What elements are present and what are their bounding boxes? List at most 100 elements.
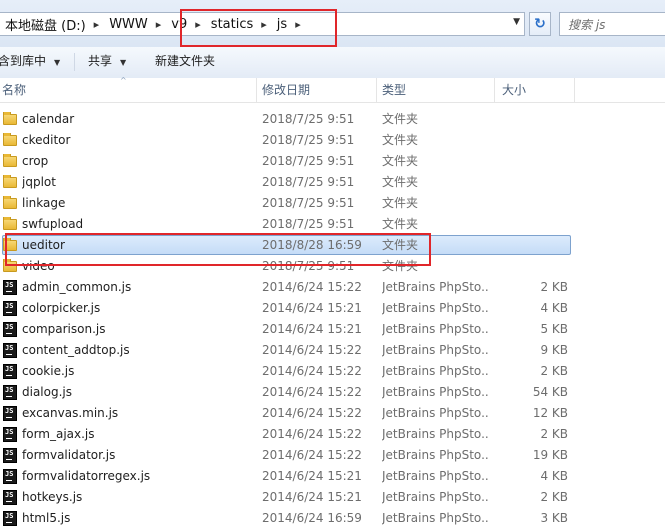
- file-row[interactable]: comparison.js 2014/6/24 15:21 JetBrains Ph…: [0, 319, 665, 340]
- file-name: formvalidator.js: [22, 448, 116, 462]
- breadcrumb-js[interactable]: js: [273, 17, 291, 32]
- file-size: 2 KB: [540, 280, 568, 294]
- include-in-library-button[interactable]: 含到库中 ▼: [0, 47, 60, 76]
- breadcrumb-statics[interactable]: statics: [207, 17, 257, 32]
- file-row[interactable]: colorpicker.js 2014/6/24 15:21 JetBrains P…: [0, 298, 665, 319]
- file-name: excanvas.min.js: [22, 406, 119, 420]
- file-date: 2018/7/25 9:51: [262, 154, 355, 168]
- file-size: 2 KB: [540, 364, 568, 378]
- file-name: linkage: [22, 196, 66, 210]
- column-divider[interactable]: [574, 78, 575, 102]
- address-bar[interactable]: 本地磁盘 (D:) ▸ WWW ▸ v9 ▸ statics ▸ js ▸ ▼: [0, 12, 525, 36]
- file-row[interactable]: formvalidator.js 2014/6/24 15:22 JetBrains…: [0, 445, 665, 466]
- breadcrumb: 本地磁盘 (D:) ▸ WWW ▸ v9 ▸ statics ▸ js ▸: [1, 13, 307, 35]
- file-date: 2014/6/24 15:22: [262, 280, 362, 294]
- file-date: 2014/6/24 16:59: [262, 511, 362, 525]
- file-name: crop: [22, 154, 49, 168]
- file-name: hotkeys.js: [22, 490, 83, 504]
- file-name: html5.js: [22, 511, 71, 525]
- column-header-type[interactable]: 类型: [382, 78, 406, 102]
- file-name: content_addtop.js: [22, 343, 130, 357]
- file-type: 文件夹: [382, 154, 419, 168]
- new-folder-button[interactable]: 新建文件夹: [155, 47, 215, 76]
- refresh-button[interactable]: ↻: [529, 12, 551, 36]
- toolbar: 含到库中 ▼ 共享 ▼ 新建文件夹: [0, 47, 665, 79]
- search-placeholder: 搜索 js: [568, 18, 606, 32]
- file-type: JetBrains PhpSto...: [382, 406, 490, 420]
- file-name: formvalidatorregex.js: [22, 469, 151, 483]
- js-file-icon: [2, 343, 18, 358]
- file-row[interactable]: html5.js 2014/6/24 16:59 JetBrains PhpSto.…: [0, 508, 665, 529]
- file-date: 2014/6/24 15:22: [262, 385, 362, 399]
- file-name: comparison.js: [22, 322, 106, 336]
- column-divider[interactable]: [494, 78, 495, 102]
- address-dropdown-icon[interactable]: ▼: [513, 17, 520, 27]
- file-size: 19 KB: [532, 448, 568, 462]
- column-divider[interactable]: [256, 78, 257, 102]
- file-row[interactable]: formvalidatorregex.js 2014/6/24 15:21 JetB…: [0, 466, 665, 487]
- toolbar-divider: [74, 53, 75, 71]
- folder-icon: [2, 238, 18, 253]
- file-size: 4 KB: [540, 469, 568, 483]
- file-row[interactable]: ckeditor 2018/7/25 9:51 文件夹: [0, 130, 665, 151]
- file-type: JetBrains PhpSto...: [382, 385, 490, 399]
- breadcrumb-drive[interactable]: 本地磁盘 (D:): [1, 15, 90, 34]
- search-input[interactable]: 搜索 js: [559, 12, 665, 36]
- file-row[interactable]: linkage 2018/7/25 9:51 文件夹: [0, 193, 665, 214]
- file-row[interactable]: hotkeys.js 2014/6/24 15:21 JetBrains PhpSt…: [0, 487, 665, 508]
- file-type: 文件夹: [382, 175, 419, 189]
- chevron-down-icon: ▼: [120, 58, 127, 67]
- file-name: video: [22, 259, 55, 273]
- address-bar-area: 本地磁盘 (D:) ▸ WWW ▸ v9 ▸ statics ▸ js ▸ ▼ …: [0, 0, 665, 48]
- folder-icon: [2, 154, 18, 169]
- file-type: 文件夹: [382, 133, 419, 147]
- js-file-icon: [2, 301, 18, 316]
- breadcrumb-separator-icon[interactable]: ▸: [291, 18, 307, 31]
- js-file-icon: [2, 448, 18, 463]
- share-label: 共享: [88, 54, 113, 68]
- file-date: 2014/6/24 15:22: [262, 364, 362, 378]
- breadcrumb-separator-icon[interactable]: ▸: [90, 18, 106, 31]
- file-name: ueditor: [22, 238, 65, 252]
- column-header-size[interactable]: 大小: [502, 78, 526, 102]
- file-row[interactable]: cookie.js 2014/6/24 15:22 JetBrains PhpSto…: [0, 361, 665, 382]
- file-date: 2018/7/25 9:51: [262, 259, 355, 273]
- js-file-icon: [2, 469, 18, 484]
- folder-icon: [2, 133, 18, 148]
- file-row[interactable]: ueditor 2018/8/28 16:59 文件夹: [0, 235, 665, 256]
- file-size: 2 KB: [540, 427, 568, 441]
- file-name: calendar: [22, 112, 75, 126]
- breadcrumb-separator-icon[interactable]: ▸: [257, 18, 273, 31]
- file-row[interactable]: jqplot 2018/7/25 9:51 文件夹: [0, 172, 665, 193]
- breadcrumb-www[interactable]: WWW: [105, 17, 152, 32]
- column-header-date[interactable]: 修改日期: [262, 78, 310, 102]
- file-type: JetBrains PhpSto...: [382, 469, 490, 483]
- file-name: ckeditor: [22, 133, 71, 147]
- js-file-icon: [2, 322, 18, 337]
- file-row[interactable]: crop 2018/7/25 9:51 文件夹: [0, 151, 665, 172]
- file-row[interactable]: form_ajax.js 2014/6/24 15:22 JetBrains Php…: [0, 424, 665, 445]
- breadcrumb-separator-icon[interactable]: ▸: [152, 18, 168, 31]
- file-date: 2018/7/25 9:51: [262, 175, 355, 189]
- column-headers: ^ 名称 修改日期 类型 大小: [0, 76, 665, 103]
- file-row[interactable]: video 2018/7/25 9:51 文件夹: [0, 256, 665, 277]
- file-row[interactable]: admin_common.js 2014/6/24 15:22 JetBrains …: [0, 277, 665, 298]
- file-name: admin_common.js: [22, 280, 132, 294]
- file-row[interactable]: dialog.js 2014/6/24 15:22 JetBrains PhpSto…: [0, 382, 665, 403]
- file-row[interactable]: content_addtop.js 2014/6/24 15:22 JetBrain…: [0, 340, 665, 361]
- file-name: dialog.js: [22, 385, 72, 399]
- breadcrumb-separator-icon[interactable]: ▸: [191, 18, 207, 31]
- folder-icon: [2, 175, 18, 190]
- breadcrumb-v9[interactable]: v9: [167, 17, 191, 32]
- file-row[interactable]: calendar 2018/7/25 9:51 文件夹: [0, 109, 665, 130]
- column-header-name[interactable]: 名称: [2, 78, 26, 102]
- file-name: form_ajax.js: [22, 427, 95, 441]
- file-type: JetBrains PhpSto...: [382, 448, 490, 462]
- file-name: colorpicker.js: [22, 301, 101, 315]
- file-type: 文件夹: [382, 196, 419, 210]
- file-row[interactable]: excanvas.min.js 2014/6/24 15:22 JetBrains …: [0, 403, 665, 424]
- file-row[interactable]: swfupload 2018/7/25 9:51 文件夹: [0, 214, 665, 235]
- sort-ascending-icon: ^: [120, 76, 127, 85]
- column-divider[interactable]: [376, 78, 377, 102]
- share-button[interactable]: 共享 ▼: [88, 47, 126, 76]
